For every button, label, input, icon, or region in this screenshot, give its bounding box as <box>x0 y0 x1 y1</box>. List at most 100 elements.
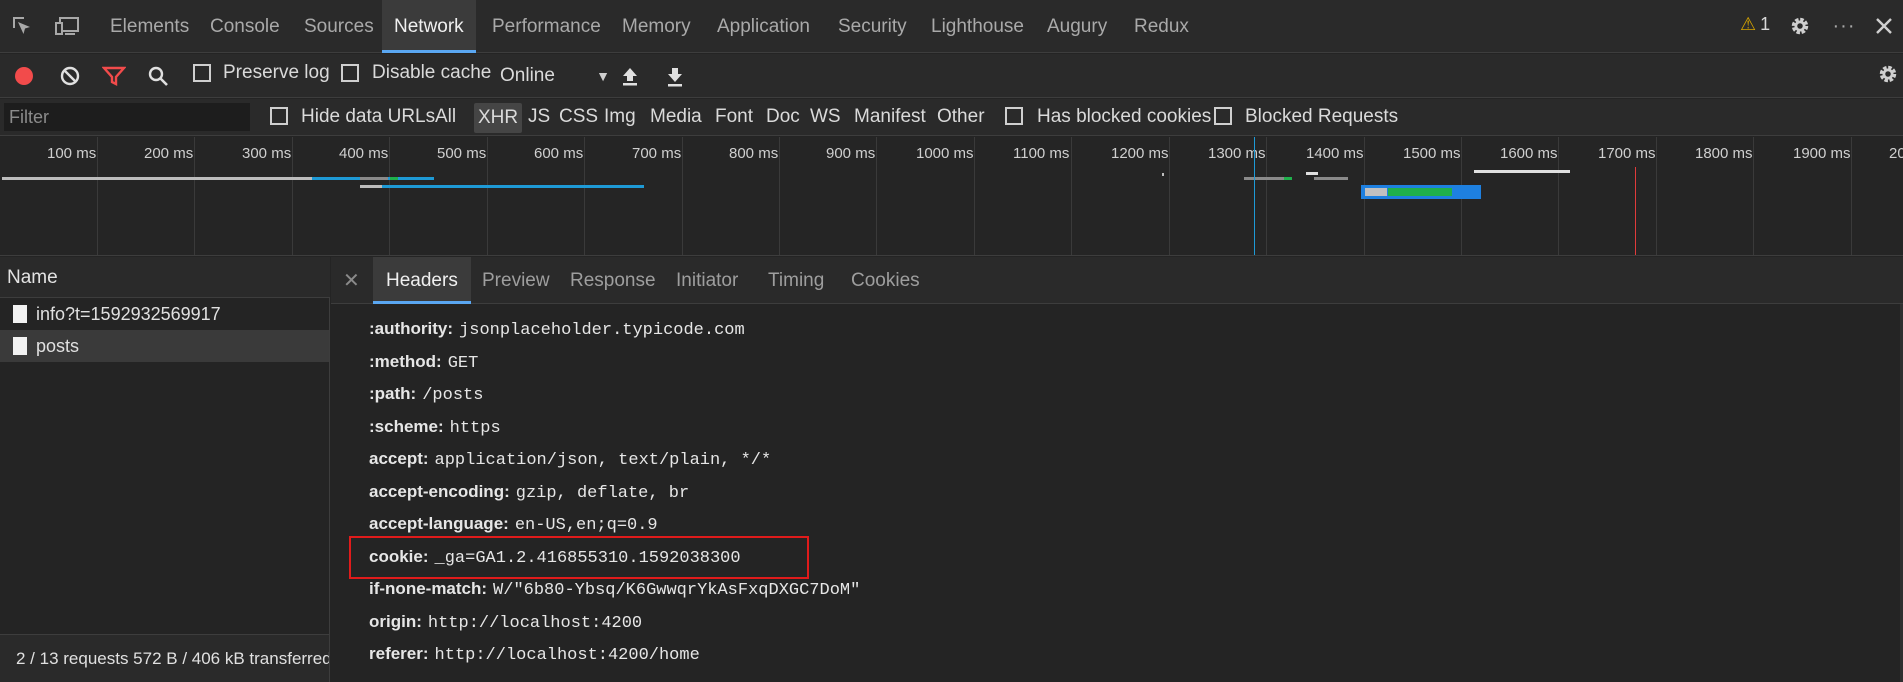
device-toolbar-icon[interactable] <box>54 12 82 40</box>
filter-type-xhr[interactable]: XHR <box>474 103 523 133</box>
tab-preview[interactable]: Preview <box>469 257 563 304</box>
tab-augury[interactable]: Augury <box>1035 0 1119 53</box>
header-row[interactable]: referer: http://localhost:4200/home <box>369 644 700 665</box>
filter-type-css[interactable]: CSS <box>555 99 602 135</box>
tick-line <box>1169 137 1170 255</box>
header-value: http://localhost:4200/home <box>434 646 700 665</box>
header-row[interactable]: :authority: jsonplaceholder.typicode.com <box>369 319 745 340</box>
tick-label: 200 ms <box>144 145 194 162</box>
warning-icon: ⚠ <box>1740 14 1757 34</box>
tab-application[interactable]: Application <box>705 0 822 53</box>
more-options-icon[interactable]: ··· <box>1830 12 1858 40</box>
document-icon <box>13 305 27 323</box>
filter-icon[interactable] <box>100 62 128 90</box>
load-event-marker <box>1635 167 1636 255</box>
filter-type-font[interactable]: Font <box>711 99 757 135</box>
filter-type-other[interactable]: Other <box>933 99 989 135</box>
tab-cookies[interactable]: Cookies <box>838 257 933 304</box>
disable-cache-checkbox[interactable] <box>341 64 359 82</box>
tick-line <box>1656 137 1657 255</box>
network-summary: 2 / 13 requests 572 B / 406 kB transferr… <box>0 634 329 682</box>
has-blocked-cookies-checkbox[interactable] <box>1005 107 1023 125</box>
tab-elements[interactable]: Elements <box>98 0 201 53</box>
network-overview-timeline[interactable]: 100 ms 200 ms 300 ms 400 ms 500 ms 600 m… <box>0 137 1903 256</box>
close-icon[interactable]: ✕ <box>343 268 360 293</box>
header-value: http://localhost:4200 <box>427 614 643 633</box>
request-name: posts <box>36 336 80 356</box>
timeline-bar <box>360 177 388 180</box>
tick-label: 600 ms <box>534 145 584 162</box>
detail-tab-bar: ✕ Headers Preview Response Initiator Tim… <box>331 257 1903 304</box>
tick-label: 1700 ms <box>1598 145 1656 162</box>
timeline-bar <box>1244 177 1284 180</box>
network-settings-icon[interactable] <box>1874 60 1902 88</box>
header-value: jsonplaceholder.typicode.com <box>459 321 745 340</box>
record-button[interactable] <box>10 62 38 90</box>
warnings-counter[interactable]: ⚠ 1 <box>1740 14 1770 35</box>
search-icon[interactable] <box>144 62 172 90</box>
filter-type-doc[interactable]: Doc <box>762 99 804 135</box>
timeline-bar <box>1314 177 1348 180</box>
has-blocked-cookies-label: Has blocked cookies <box>1037 106 1212 127</box>
header-row[interactable]: :path: /posts <box>369 384 483 405</box>
tab-redux[interactable]: Redux <box>1122 0 1201 53</box>
filter-input[interactable] <box>4 103 250 131</box>
import-har-icon[interactable] <box>616 62 644 90</box>
timeline-bar <box>2 177 312 180</box>
throttling-select[interactable]: Online ▼ <box>500 61 610 91</box>
tick-line <box>1753 137 1754 255</box>
filter-type-js[interactable]: JS <box>524 99 554 135</box>
tab-timing[interactable]: Timing <box>755 257 837 304</box>
tab-initiator[interactable]: Initiator <box>663 257 751 304</box>
tick-label: 900 ms <box>826 145 876 162</box>
header-row[interactable]: accept-encoding: gzip, deflate, br <box>369 482 689 503</box>
tick-label: 400 ms <box>339 145 389 162</box>
tab-performance[interactable]: Performance <box>480 0 613 53</box>
clear-icon[interactable] <box>56 62 84 90</box>
tick-label: 1100 ms <box>1013 145 1070 162</box>
filter-type-img[interactable]: Img <box>600 99 640 135</box>
request-row[interactable]: info?t=1592932569917 <box>0 298 329 330</box>
tab-lighthouse[interactable]: Lighthouse <box>919 0 1036 53</box>
close-devtools-icon[interactable] <box>1870 12 1898 40</box>
filter-type-all[interactable]: All <box>431 99 460 135</box>
blocked-requests-checkbox[interactable] <box>1214 107 1232 125</box>
header-row[interactable]: :method: GET <box>369 352 478 373</box>
tick-label: 1000 ms <box>916 145 974 162</box>
settings-gear-icon[interactable] <box>1786 12 1814 40</box>
disable-cache-label: Disable cache <box>372 62 492 83</box>
tab-sources[interactable]: Sources <box>292 0 386 53</box>
request-row[interactable]: posts <box>0 330 329 362</box>
tab-memory[interactable]: Memory <box>610 0 703 53</box>
preserve-log-checkbox[interactable] <box>193 64 211 82</box>
tab-network[interactable]: Network <box>382 0 476 53</box>
export-har-icon[interactable] <box>661 62 689 90</box>
tick-label: 1900 ms <box>1793 145 1851 162</box>
tab-headers[interactable]: Headers <box>373 257 471 304</box>
tick-label: 1500 ms <box>1403 145 1461 162</box>
filter-type-media[interactable]: Media <box>646 99 706 135</box>
header-key: :scheme: <box>369 417 444 436</box>
name-column-header[interactable]: Name <box>0 257 330 298</box>
tick-label: 1600 ms <box>1500 145 1558 162</box>
timeline-bar <box>1388 188 1452 196</box>
tab-response[interactable]: Response <box>557 257 669 304</box>
request-list: Name info?t=1592932569917 posts 2 / 13 r… <box>0 257 330 682</box>
header-row[interactable]: if-none-match: W/"6b80-Ybsq/K6GwwqrYkAsFx… <box>369 579 860 600</box>
tick-line <box>194 137 195 255</box>
tab-security[interactable]: Security <box>826 0 919 53</box>
document-icon <box>13 337 27 355</box>
inspect-element-icon[interactable] <box>8 12 36 40</box>
header-row[interactable]: accept-language: en-US,en;q=0.9 <box>369 514 658 535</box>
hide-data-urls-checkbox[interactable] <box>270 107 288 125</box>
filter-type-ws[interactable]: WS <box>806 99 845 135</box>
chevron-down-icon: ▼ <box>596 68 610 84</box>
header-row[interactable]: :scheme: https <box>369 417 501 438</box>
tab-console[interactable]: Console <box>198 0 292 53</box>
header-key: :method: <box>369 352 442 371</box>
header-row[interactable]: origin: http://localhost:4200 <box>369 612 642 633</box>
filter-type-manifest[interactable]: Manifest <box>850 99 930 135</box>
tick-line <box>876 137 877 255</box>
header-row[interactable]: accept: application/json, text/plain, */* <box>369 449 771 470</box>
preserve-log-label: Preserve log <box>223 62 330 83</box>
